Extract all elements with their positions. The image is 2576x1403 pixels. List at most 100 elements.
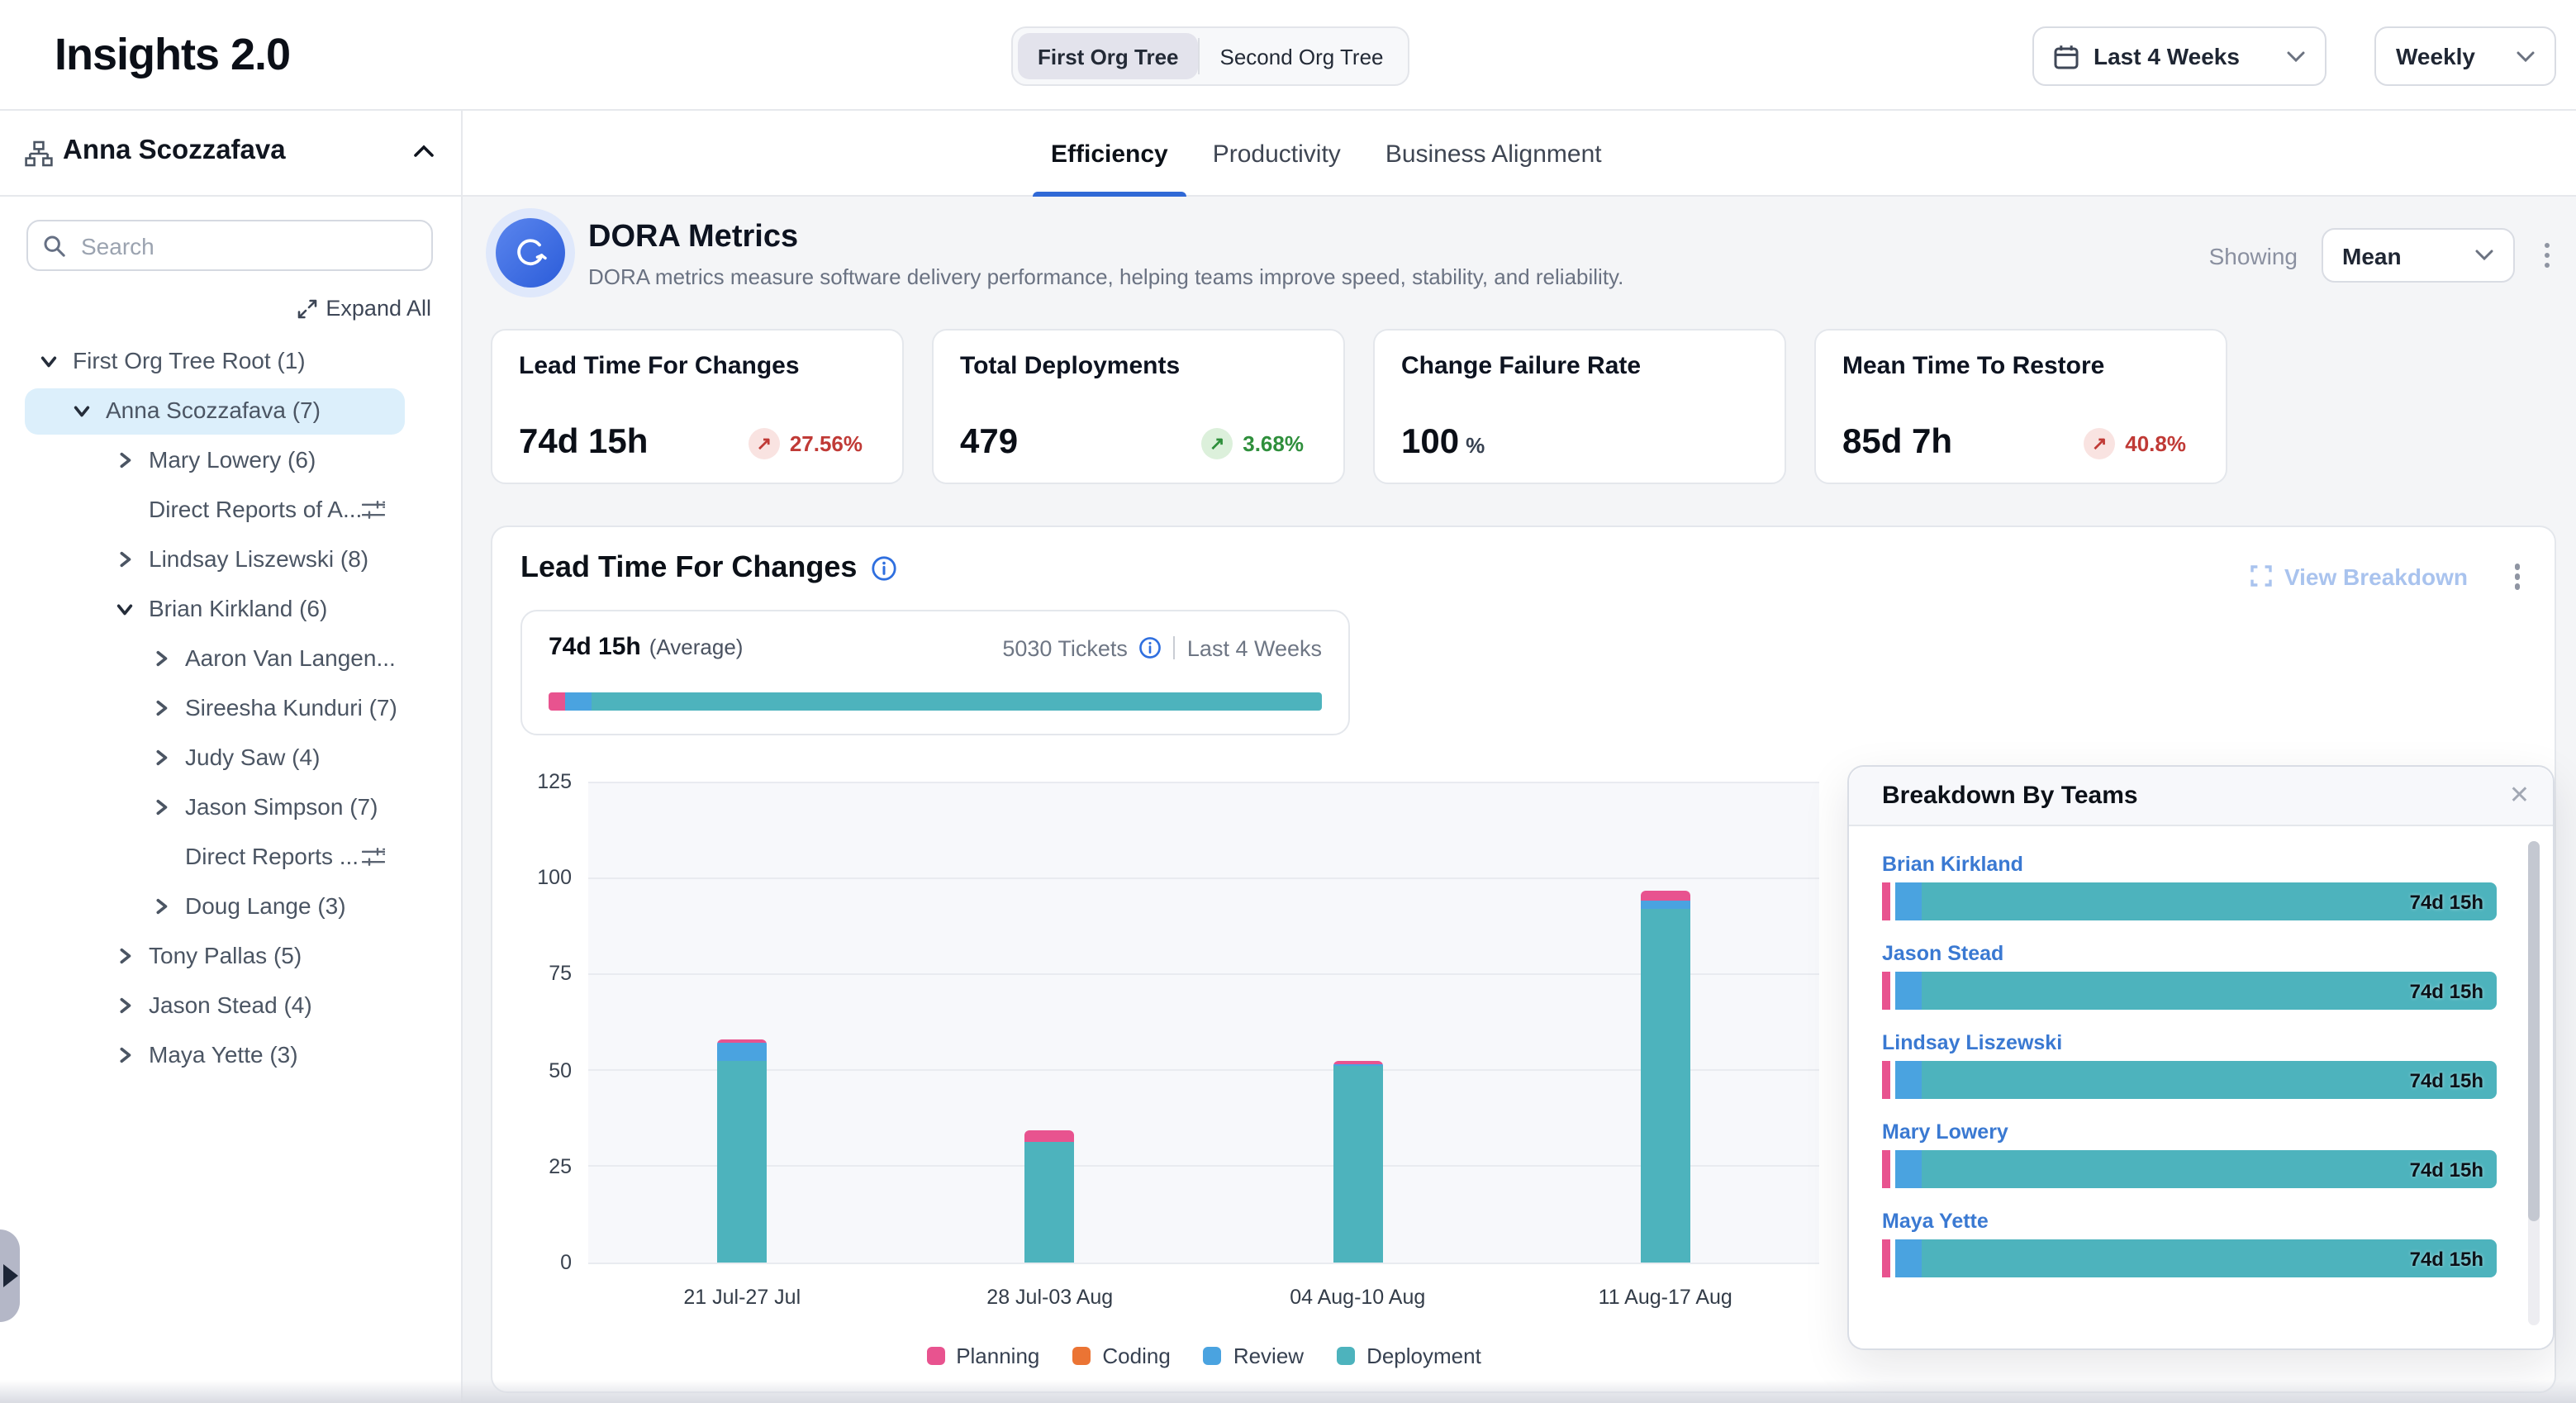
- sidebar-collapse-handle[interactable]: [0, 1229, 20, 1322]
- tab-business-alignment[interactable]: Business Alignment: [1384, 111, 1604, 197]
- team-row: Brian Kirkland74d 15h: [1882, 853, 2497, 920]
- filter-icon[interactable]: [362, 848, 385, 868]
- tree-item[interactable]: Anna Scozzafava (7): [0, 387, 461, 436]
- chevron-right-icon[interactable]: [152, 699, 170, 717]
- tree-item-label: Brian Kirkland (6): [149, 595, 327, 621]
- chevron-right-icon[interactable]: [116, 1046, 134, 1064]
- team-name-link[interactable]: Mary Lowery: [1882, 1120, 2497, 1144]
- team-name-link[interactable]: Lindsay Liszewski: [1882, 1031, 2497, 1054]
- section-actions: View Breakdown: [2251, 557, 2526, 596]
- chevron-right-icon[interactable]: [116, 550, 134, 568]
- tree-item[interactable]: Sireesha Kunduri (7): [0, 684, 461, 734]
- view-breakdown-button[interactable]: View Breakdown: [2251, 564, 2468, 590]
- team-bar-segment-review: [1895, 972, 1922, 1010]
- chevron-right-icon[interactable]: [116, 947, 134, 965]
- tree-item[interactable]: Lindsay Liszewski (8): [0, 535, 461, 585]
- tree-item[interactable]: Direct Reports of A...: [0, 486, 461, 535]
- tree-item-label: Maya Yette (3): [149, 1041, 298, 1068]
- team-bar-segment-deployment: 74d 15h: [1922, 1150, 2497, 1188]
- tree-item-label: Aaron Van Langen...: [185, 644, 396, 671]
- dora-subtitle: DORA metrics measure software delivery p…: [588, 264, 1745, 289]
- tree-item[interactable]: Doug Lange (3): [0, 882, 461, 932]
- expand-all-button[interactable]: Expand All: [297, 296, 431, 321]
- summary-stacked-bar: [549, 692, 1322, 711]
- tree-item[interactable]: Judy Saw (4): [0, 734, 461, 783]
- tree-item-label: Tony Pallas (5): [149, 942, 302, 968]
- scrollbar-thumb[interactable]: [2528, 841, 2540, 1221]
- granularity-select[interactable]: Weekly: [2374, 26, 2556, 86]
- granularity-value: Weekly: [2396, 43, 2475, 69]
- legend-label: Review: [1233, 1344, 1304, 1368]
- chevron-right-icon[interactable]: [152, 798, 170, 816]
- legend-label: Deployment: [1366, 1344, 1481, 1368]
- toggle-second-org-tree[interactable]: Second Org Tree: [1200, 33, 1404, 79]
- bar-segment-deployment: [1025, 1141, 1075, 1263]
- tree-item[interactable]: Aaron Van Langen...: [0, 635, 461, 684]
- bar-chart-plot: [588, 782, 1819, 1263]
- top-header: Insights 2.0 First Org Tree Second Org T…: [0, 0, 2576, 111]
- aggregation-select[interactable]: Mean: [2321, 228, 2514, 283]
- org-tree-toggle: First Org Tree Second Org Tree: [1011, 26, 1410, 86]
- tree-item-label: Jason Simpson (7): [185, 793, 378, 820]
- chevron-right-icon[interactable]: [116, 996, 134, 1015]
- team-name-link[interactable]: Jason Stead: [1882, 942, 2497, 965]
- bar-segment-review: [1641, 901, 1690, 908]
- tab-efficiency[interactable]: Efficiency: [1049, 111, 1170, 197]
- insights-dashboard: Insights 2.0 First Org Tree Second Org T…: [0, 0, 2576, 1403]
- toggle-first-org-tree[interactable]: First Org Tree: [1018, 33, 1199, 79]
- chevron-down-icon[interactable]: [116, 600, 134, 618]
- search-input[interactable]: [78, 231, 416, 260]
- tree-item[interactable]: Jason Simpson (7): [0, 783, 461, 833]
- chevron-down-icon[interactable]: [73, 402, 91, 420]
- close-icon[interactable]: ✕: [2509, 780, 2530, 810]
- date-range-select[interactable]: Last 4 Weeks: [2032, 26, 2326, 86]
- chevron-up-icon[interactable]: [413, 144, 435, 159]
- tree-item[interactable]: Direct Reports ...: [0, 833, 461, 882]
- trend-delta-value: 27.56%: [790, 430, 863, 455]
- metric-card-title: Change Failure Rate: [1401, 352, 1758, 380]
- trend-badge: ↗40.8%: [2084, 427, 2186, 459]
- legend-swatch: [1337, 1347, 1355, 1365]
- showing-label: Showing: [2209, 242, 2298, 269]
- metric-unit: %: [1466, 433, 1485, 458]
- tree-item[interactable]: First Org Tree Root (1): [0, 337, 461, 387]
- info-icon[interactable]: [1139, 636, 1162, 659]
- chevron-right-icon[interactable]: [116, 451, 134, 469]
- chevron-right-icon[interactable]: [152, 897, 170, 916]
- breakdown-panel-header: Breakdown By Teams ✕: [1849, 767, 2553, 826]
- tree-item[interactable]: Tony Pallas (5): [0, 932, 461, 982]
- filter-icon[interactable]: [362, 501, 385, 521]
- legend-item-review: Review: [1204, 1344, 1304, 1368]
- info-icon[interactable]: [870, 554, 896, 581]
- tab-productivity[interactable]: Productivity: [1211, 111, 1343, 197]
- team-stacked-bar: 74d 15h: [1882, 1150, 2497, 1188]
- tree-item[interactable]: Maya Yette (3): [0, 1031, 461, 1081]
- section-kebab-menu-icon[interactable]: [2507, 557, 2526, 596]
- gridline: [588, 781, 1819, 782]
- dora-title: DORA Metrics: [588, 220, 1745, 256]
- tree-item-label: Jason Stead (4): [149, 992, 312, 1018]
- chevron-right-icon[interactable]: [152, 749, 170, 767]
- date-range-value: Last 4 Weeks: [2094, 43, 2240, 69]
- legend-swatch: [1072, 1347, 1091, 1365]
- team-row: Lindsay Liszewski74d 15h: [1882, 1031, 2497, 1099]
- tickets-count: 5030 Tickets: [1002, 635, 1128, 660]
- section-title: Lead Time For Changes: [520, 550, 896, 585]
- gridline: [588, 1069, 1819, 1071]
- tree-item[interactable]: Jason Stead (4): [0, 982, 461, 1031]
- sidebar-search[interactable]: [26, 220, 433, 271]
- team-bar-segment-review: [1895, 1061, 1922, 1099]
- summary-bar-segment-review: [566, 692, 592, 711]
- dora-kebab-menu-icon[interactable]: [2537, 236, 2556, 275]
- team-row: Jason Stead74d 15h: [1882, 942, 2497, 1010]
- tree-item[interactable]: Mary Lowery (6): [0, 436, 461, 486]
- tree-item[interactable]: Brian Kirkland (6): [0, 585, 461, 635]
- gridline: [588, 973, 1819, 975]
- tree-item-label: Sireesha Kunduri (7): [185, 694, 397, 721]
- team-bar-segment-planning: [1882, 1150, 1890, 1188]
- chevron-down-icon[interactable]: [40, 352, 58, 370]
- team-name-link[interactable]: Maya Yette: [1882, 1210, 2497, 1233]
- team-name-link[interactable]: Brian Kirkland: [1882, 853, 2497, 876]
- chevron-right-icon[interactable]: [152, 649, 170, 668]
- bar-segment-deployment: [1641, 909, 1690, 1263]
